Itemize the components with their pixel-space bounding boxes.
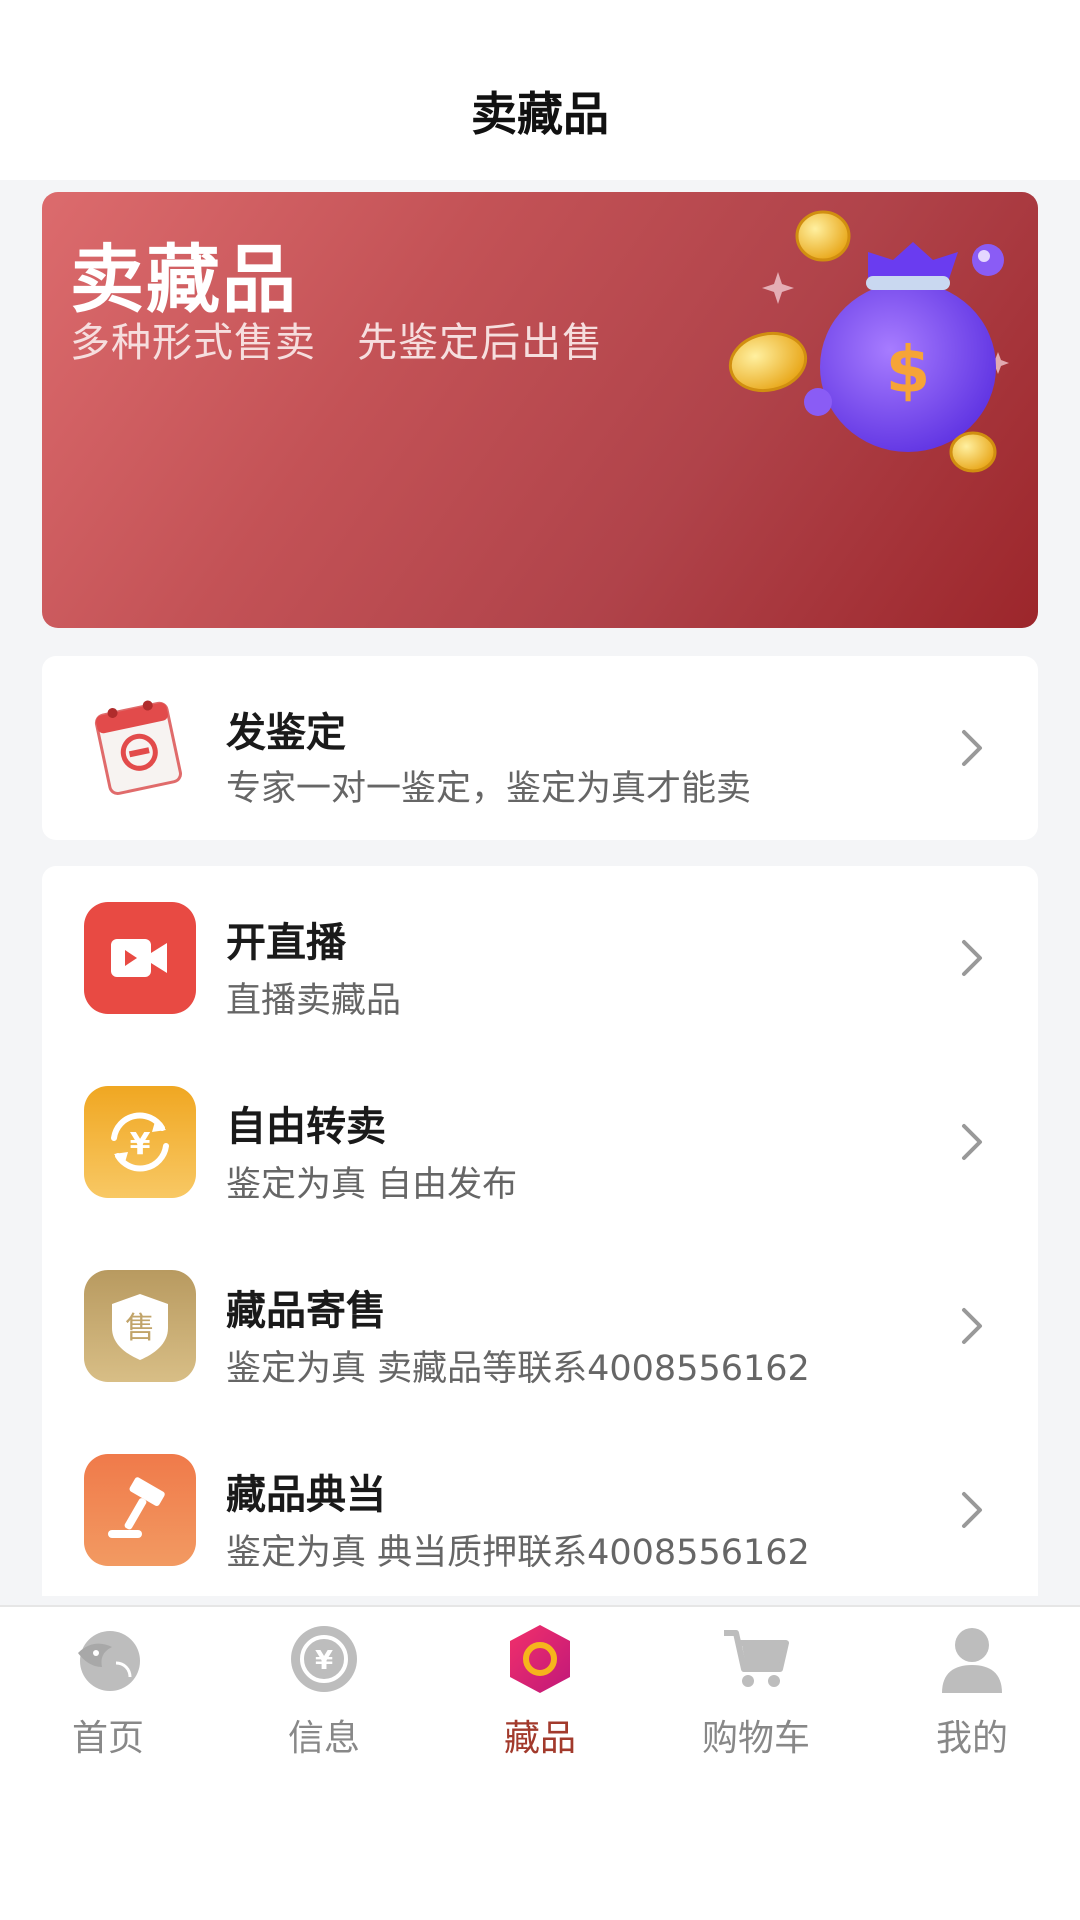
yuan-exchange-icon: ¥ bbox=[84, 1086, 196, 1198]
chevron-right-icon bbox=[962, 1308, 982, 1344]
service-row-consignment[interactable]: 售 藏品寄售 鉴定为真 卖藏品等联系4008556162 bbox=[42, 1234, 1038, 1418]
tab-profile[interactable]: 我的 bbox=[864, 1607, 1080, 1772]
service-title: 自由转卖 bbox=[226, 1104, 386, 1150]
appraise-row[interactable]: 发鉴定 专家一对一鉴定，鉴定为真才能卖 bbox=[42, 656, 1038, 840]
service-row-live[interactable]: 开直播 直播卖藏品 bbox=[42, 866, 1038, 1050]
service-row-pawn[interactable]: 藏品典当 鉴定为真 典当质押联系4008556162 bbox=[42, 1418, 1038, 1602]
home-fish-icon bbox=[78, 1631, 140, 1691]
service-subtitle: 直播卖藏品 bbox=[226, 981, 402, 1021]
page-title: 卖藏品 bbox=[471, 87, 609, 141]
video-camera-icon bbox=[84, 902, 196, 1014]
chevron-right-icon bbox=[962, 1492, 982, 1528]
bottom-safe-area bbox=[0, 1770, 1080, 1920]
service-subtitle: 鉴定为真 卖藏品等联系4008556162 bbox=[226, 1349, 810, 1389]
hexagon-ring-icon bbox=[510, 1625, 570, 1693]
service-title: 开直播 bbox=[226, 920, 346, 966]
bottom-tab-bar: 首页 ¥ 信息 藏品 购物车 我的 bbox=[0, 1605, 1080, 1772]
yuan-coin-icon: ¥ bbox=[291, 1626, 357, 1692]
service-title: 藏品典当 bbox=[226, 1472, 386, 1518]
sell-banner[interactable]: 卖藏品 多种形式售卖 先鉴定后出售 $ bbox=[42, 192, 1038, 628]
chevron-right-icon bbox=[962, 730, 982, 766]
header: 卖藏品 bbox=[0, 0, 1080, 180]
page: 卖藏品 卖藏品 多种形式售卖 先鉴定后出售 $ 发鉴定 专家一对一鉴定，鉴定为真… bbox=[0, 0, 1080, 1920]
user-icon bbox=[942, 1628, 1002, 1693]
content-area: 卖藏品 多种形式售卖 先鉴定后出售 $ 发鉴定 专家一对一鉴定，鉴定为真才能卖 … bbox=[0, 180, 1080, 1605]
svg-text:¥: ¥ bbox=[315, 1646, 333, 1676]
tab-cart[interactable]: 购物车 bbox=[648, 1607, 864, 1772]
svg-text:售: 售 bbox=[125, 1311, 155, 1346]
calendar-stamp-icon bbox=[84, 690, 196, 802]
service-row-resale[interactable]: ¥ 自由转卖 鉴定为真 自由发布 bbox=[42, 1050, 1038, 1234]
tab-label: 购物车 bbox=[701, 1718, 810, 1759]
appraise-subtitle: 专家一对一鉴定，鉴定为真才能卖 bbox=[226, 769, 752, 809]
money-bag-icon: $ bbox=[728, 210, 1009, 473]
appraise-title: 发鉴定 bbox=[226, 710, 346, 756]
tab-label: 藏品 bbox=[503, 1718, 576, 1759]
tab-label: 我的 bbox=[935, 1718, 1008, 1759]
tab-label: 信息 bbox=[287, 1718, 360, 1759]
tab-label: 首页 bbox=[71, 1718, 144, 1759]
service-subtitle: 鉴定为真 自由发布 bbox=[226, 1165, 518, 1205]
tab-home[interactable]: 首页 bbox=[0, 1607, 216, 1772]
tab-collections[interactable]: 藏品 bbox=[432, 1607, 648, 1772]
services-card: 开直播 直播卖藏品 ¥ 自由转卖 鉴定为真 自由发布 售 藏品寄售 鉴定为真 卖… bbox=[42, 866, 1038, 1596]
svg-text:¥: ¥ bbox=[130, 1127, 151, 1162]
banner-subtitle: 多种形式售卖 先鉴定后出售 bbox=[70, 320, 604, 366]
gavel-icon bbox=[84, 1454, 196, 1566]
appraisal-card[interactable]: 发鉴定 专家一对一鉴定，鉴定为真才能卖 bbox=[42, 656, 1038, 840]
cart-icon bbox=[724, 1630, 789, 1687]
sale-shield-icon: 售 bbox=[84, 1270, 196, 1382]
chevron-right-icon bbox=[962, 1124, 982, 1160]
tab-info[interactable]: ¥ 信息 bbox=[216, 1607, 432, 1772]
service-subtitle: 鉴定为真 典当质押联系4008556162 bbox=[226, 1533, 810, 1573]
chevron-right-icon bbox=[962, 940, 982, 976]
service-title: 藏品寄售 bbox=[226, 1288, 386, 1334]
svg-text:$: $ bbox=[886, 334, 931, 408]
